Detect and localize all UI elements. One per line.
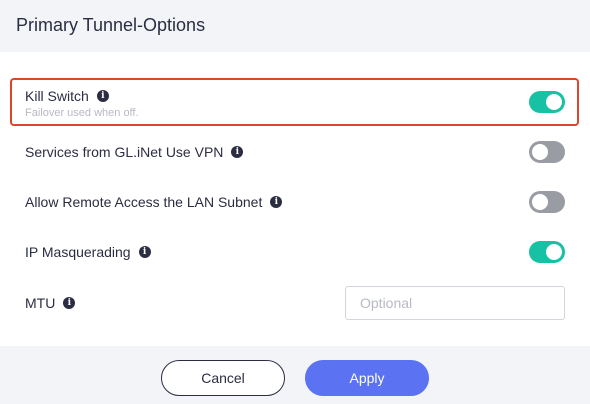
option-row-remote-access: Allow Remote Access the LAN Subnet i	[25, 191, 565, 213]
glinet-services-toggle[interactable]	[529, 141, 565, 163]
remote-access-label: Allow Remote Access the LAN Subnet	[25, 194, 263, 210]
option-row-glinet-services: Services from GL.iNet Use VPN i	[25, 141, 565, 163]
info-icon[interactable]: i	[138, 246, 151, 258]
tunnel-options-dialog: Primary Tunnel-Options Kill Switch i Fai…	[0, 0, 590, 404]
kill-switch-label: Kill Switch	[25, 88, 89, 104]
ip-masquerading-label: IP Masquerading	[25, 244, 131, 260]
kill-switch-sublabel: Failover used when off.	[25, 107, 139, 119]
cancel-button[interactable]: Cancel	[161, 360, 285, 396]
remote-access-toggle[interactable]	[529, 191, 565, 213]
info-icon[interactable]: i	[270, 196, 283, 208]
option-row-kill-switch: Kill Switch i Failover used when off.	[25, 88, 565, 120]
info-icon[interactable]: i	[96, 90, 109, 102]
mtu-input[interactable]	[345, 286, 565, 320]
option-row-ip-masquerading: IP Masquerading i	[25, 241, 565, 263]
info-icon[interactable]: i	[231, 146, 244, 158]
dialog-header: Primary Tunnel-Options	[0, 0, 590, 52]
dialog-footer: Cancel Apply	[0, 346, 590, 404]
kill-switch-toggle[interactable]	[529, 91, 565, 113]
glinet-services-label: Services from GL.iNet Use VPN	[25, 144, 224, 160]
apply-button[interactable]: Apply	[305, 360, 429, 396]
option-row-mtu: MTU i	[25, 292, 325, 314]
ip-masquerading-toggle[interactable]	[529, 241, 565, 263]
dialog-title: Primary Tunnel-Options	[16, 15, 206, 35]
info-icon[interactable]: i	[63, 297, 76, 309]
mtu-label: MTU	[25, 295, 56, 311]
